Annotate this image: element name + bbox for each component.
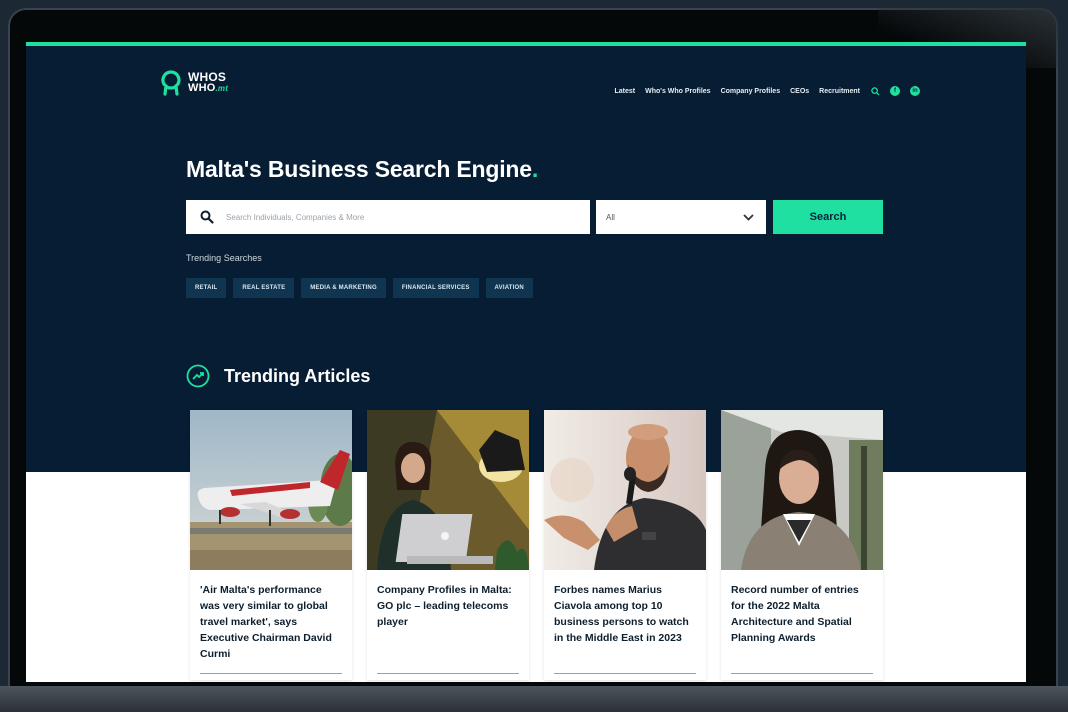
woman-laptop-image [367,410,529,570]
main-nav: Latest Who's Who Profiles Company Profil… [615,86,920,96]
search-icon[interactable] [870,86,880,96]
article-title: 'Air Malta's performance was very simila… [200,584,332,660]
search-input[interactable] [224,211,590,223]
airplane-image [190,410,352,570]
article-card[interactable]: Forbes names Marius Ciavola among top 10… [544,410,706,680]
article-card[interactable]: Company Profiles in Malta: GO plc – lead… [367,410,529,680]
trending-tags: RETAIL REAL ESTATE MEDIA & MARKETING FIN… [186,278,533,298]
card-underline [554,673,696,674]
logo-wordmark: WHOS WHO.mt [188,71,228,94]
search-button[interactable]: Search [773,200,883,234]
card-underline [377,673,519,674]
trending-articles-header: Trending Articles [186,364,370,388]
search-magnifier-icon [200,210,214,224]
logo-line-2: WHO [188,82,216,94]
browser-viewport: WHOS WHO.mt Latest Who's Who Profiles Co… [26,42,1026,682]
tag-aviation[interactable]: AVIATION [485,278,533,298]
trending-up-icon [186,364,210,388]
facebook-icon[interactable]: f [890,86,900,96]
speaker-microphone-image [544,410,706,570]
logo-tld: .mt [215,84,229,93]
tag-media-marketing[interactable]: MEDIA & MARKETING [301,278,386,298]
hero-section: WHOS WHO.mt Latest Who's Who Profiles Co… [26,46,1026,472]
nav-link-company-profiles[interactable]: Company Profiles [721,88,781,95]
page-title-punct: . [531,156,539,182]
logo-line-2-wrap: WHO.mt [188,83,228,94]
article-card[interactable]: 'Air Malta's performance was very simila… [190,410,352,680]
nav-link-latest[interactable]: Latest [615,88,636,95]
tag-real-estate[interactable]: REAL ESTATE [233,278,295,298]
card-underline [731,673,873,674]
nav-link-ceos[interactable]: CEOs [790,88,809,95]
page-title-text: Malta's Business Search Engine [186,156,532,182]
woman-portrait-image [721,410,883,570]
nav-link-recruitment[interactable]: Recruitment [819,88,860,95]
chevron-down-icon [743,213,754,221]
site-logo[interactable]: WHOS WHO.mt [160,70,228,96]
tag-financial-services[interactable]: FINANCIAL SERVICES [392,278,479,298]
page-title: Malta's Business Search Engine. [186,156,538,183]
card-underline [200,673,342,674]
section-title: Trending Articles [224,365,371,386]
tag-retail[interactable]: RETAIL [186,278,227,298]
laptop-base [0,686,1068,712]
search-bar[interactable] [186,200,590,234]
article-title: Forbes names Marius Ciavola among top 10… [554,584,689,644]
linkedin-icon[interactable]: in [910,86,920,96]
article-card[interactable]: Record number of entries for the 2022 Ma… [721,410,883,680]
article-title: Company Profiles in Malta: GO plc – lead… [377,584,512,628]
logo-mark-icon [161,70,181,96]
trending-searches-label: Trending Searches [186,253,262,263]
article-title: Record number of entries for the 2022 Ma… [731,584,859,644]
category-select-value: All [606,212,615,222]
category-select[interactable]: All [596,200,766,234]
articles-grid: 'Air Malta's performance was very simila… [190,410,883,680]
nav-link-whos-who-profiles[interactable]: Who's Who Profiles [645,88,710,95]
